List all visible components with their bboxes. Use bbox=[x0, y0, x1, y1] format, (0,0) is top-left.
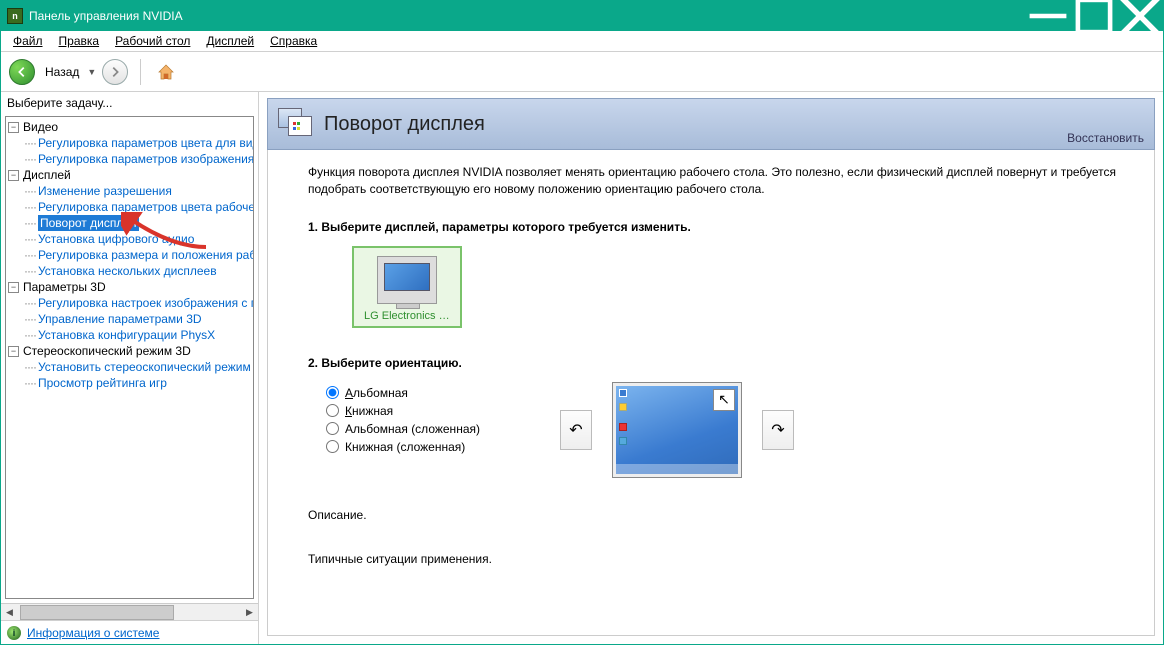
expand-icon[interactable]: − bbox=[8, 122, 19, 133]
menu-edit[interactable]: Правка bbox=[51, 32, 108, 50]
expand-icon[interactable]: − bbox=[8, 170, 19, 181]
tree-item-video-image[interactable]: Регулировка параметров изображения для в… bbox=[38, 151, 254, 167]
tree-item-game-rating[interactable]: Просмотр рейтинга игр bbox=[38, 375, 167, 391]
display-selector-item[interactable]: LG Electronics … bbox=[352, 246, 462, 328]
step1-label: 1. Выберите дисплей, параметры которого … bbox=[308, 220, 1124, 234]
rotate-display-icon bbox=[278, 108, 314, 140]
task-tree[interactable]: −Видео ····Регулировка параметров цвета … bbox=[5, 116, 254, 599]
menu-bar: Файл Правка Рабочий стол Дисплей Справка bbox=[1, 31, 1163, 52]
menu-desktop[interactable]: Рабочий стол bbox=[107, 32, 198, 50]
radio-landscape-flipped[interactable]: Альбомная (сложенная) bbox=[326, 422, 480, 436]
tree-item-multi-display[interactable]: Установка нескольких дисплеев bbox=[38, 263, 217, 279]
orientation-radio-group: Альбомная Книжная Альбомная (сложенная) … bbox=[326, 382, 480, 458]
menu-display[interactable]: Дисплей bbox=[198, 32, 262, 50]
monitor-name: LG Electronics … bbox=[364, 310, 450, 322]
tree-item-resolution[interactable]: Изменение разрешения bbox=[38, 183, 172, 199]
window-title: Панель управления NVIDIA bbox=[29, 9, 1025, 23]
tree-item-video-color[interactable]: Регулировка параметров цвета для видео bbox=[38, 135, 254, 151]
tree-cat-stereo[interactable]: Стереоскопический режим 3D bbox=[23, 343, 191, 359]
menu-help[interactable]: Справка bbox=[262, 32, 325, 50]
nvidia-app-icon: n bbox=[7, 8, 23, 24]
radio-portrait[interactable]: Книжная bbox=[326, 404, 480, 418]
rotate-cw-button[interactable]: ↷ bbox=[762, 410, 794, 450]
menu-file[interactable]: Файл bbox=[5, 32, 51, 50]
tree-cat-video[interactable]: Видео bbox=[23, 119, 58, 135]
tree-item-desktop-color[interactable]: Регулировка параметров цвета рабочего ст… bbox=[38, 199, 254, 215]
back-history-dropdown[interactable]: ▼ bbox=[87, 67, 96, 77]
radio-landscape[interactable]: Альбомная bbox=[326, 386, 480, 400]
scroll-thumb[interactable] bbox=[20, 605, 174, 620]
close-button[interactable] bbox=[1117, 1, 1163, 31]
desktop-preview: ↖ bbox=[612, 382, 742, 478]
system-info-link[interactable]: Информация о системе bbox=[27, 626, 159, 640]
rotate-ccw-button[interactable]: ↶ bbox=[560, 410, 592, 450]
home-button[interactable] bbox=[153, 59, 179, 85]
tree-item-digital-audio[interactable]: Установка цифрового аудио bbox=[38, 231, 194, 247]
tree-item-stereo-setup[interactable]: Установить стереоскопический режим 3D bbox=[38, 359, 254, 375]
back-button[interactable] bbox=[9, 59, 35, 85]
forward-button[interactable] bbox=[102, 59, 128, 85]
step2-label: 2. Выберите ориентацию. bbox=[308, 356, 1124, 370]
page-description: Функция поворота дисплея NVIDIA позволяе… bbox=[308, 164, 1124, 198]
description-section-label: Описание. bbox=[308, 508, 1124, 522]
tree-horizontal-scrollbar[interactable]: ◀ ▶ bbox=[1, 603, 258, 620]
typical-use-section-label: Типичные ситуации применения. bbox=[308, 552, 1124, 566]
back-label: Назад bbox=[45, 65, 79, 79]
expand-icon[interactable]: − bbox=[8, 282, 19, 293]
minimize-button[interactable] bbox=[1025, 1, 1071, 31]
scroll-left-icon[interactable]: ◀ bbox=[1, 605, 18, 620]
nav-toolbar: Назад ▼ bbox=[1, 52, 1163, 92]
maximize-button[interactable] bbox=[1071, 1, 1117, 31]
tree-cat-display[interactable]: Дисплей bbox=[23, 167, 71, 183]
radio-portrait-flipped[interactable]: Книжная (сложенная) bbox=[326, 440, 480, 454]
toolbar-separator bbox=[140, 59, 141, 85]
page-body: Функция поворота дисплея NVIDIA позволяе… bbox=[267, 150, 1155, 636]
scroll-right-icon[interactable]: ▶ bbox=[241, 605, 258, 620]
monitor-icon bbox=[377, 256, 437, 304]
tree-item-physx[interactable]: Установка конфигурации PhysX bbox=[38, 327, 215, 343]
tree-item-3d-image[interactable]: Регулировка настроек изображения с просм… bbox=[38, 295, 254, 311]
rotate-indicator-icon: ↖ bbox=[713, 389, 735, 411]
tree-item-3d-manage[interactable]: Управление параметрами 3D bbox=[38, 311, 202, 327]
expand-icon[interactable]: − bbox=[8, 346, 19, 357]
info-icon: i bbox=[7, 626, 21, 640]
select-task-label: Выберите задачу... bbox=[1, 92, 258, 114]
system-info-bar: i Информация о системе bbox=[1, 620, 258, 644]
page-header: Поворот дисплея Восстановить bbox=[267, 98, 1155, 150]
page-title: Поворот дисплея bbox=[324, 113, 485, 136]
left-panel: Выберите задачу... −Видео ····Регулировк… bbox=[1, 92, 259, 644]
tree-cat-3d[interactable]: Параметры 3D bbox=[23, 279, 106, 295]
tree-item-desktop-size[interactable]: Регулировка размера и положения рабочего… bbox=[38, 247, 254, 263]
tree-item-rotate-display[interactable]: Поворот дисплея bbox=[38, 215, 139, 231]
content-panel: Поворот дисплея Восстановить Функция пов… bbox=[259, 92, 1163, 644]
title-bar: n Панель управления NVIDIA bbox=[1, 1, 1163, 31]
restore-defaults-link[interactable]: Восстановить bbox=[1067, 131, 1144, 149]
